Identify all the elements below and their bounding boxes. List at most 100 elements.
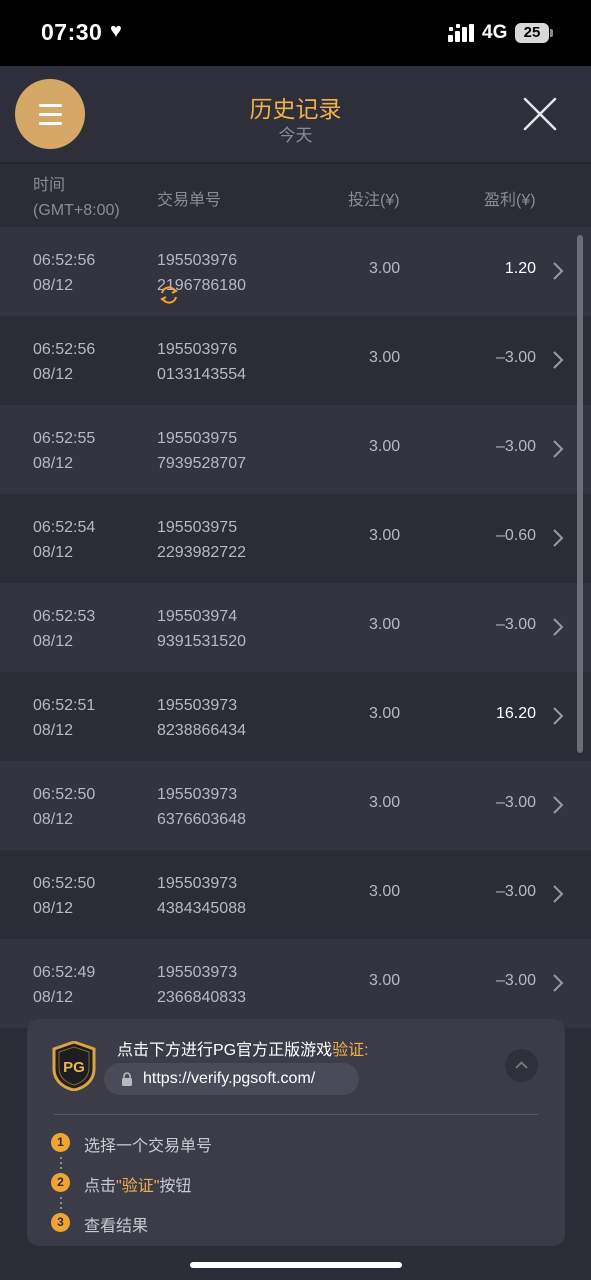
row-profit: 1.20	[504, 260, 536, 277]
row-profit: –3.00	[495, 438, 536, 455]
row-time-value: 06:52:50	[33, 786, 96, 803]
step-connector	[60, 1157, 62, 1172]
row-order-line2: 9391531520	[157, 633, 246, 650]
table-row[interactable]: 06:52:54 08/12 195503975 2293982722 3.00 –…	[0, 494, 591, 583]
row-time: 06:52:49 08/12	[33, 960, 95, 1010]
status-bar: 07:30 ♥ 4G 25	[0, 0, 591, 66]
table-row[interactable]: 06:52:53 08/12 195503974 9391531520 3.00 –…	[0, 583, 591, 672]
row-bet: 3.00	[369, 260, 401, 277]
row-order-line1: 195503973	[157, 964, 238, 981]
row-date-value: 08/12	[33, 544, 74, 561]
chevron-right-icon	[553, 351, 564, 369]
row-bet: 3.00	[369, 349, 401, 366]
row-time: 06:52:50 08/12	[33, 782, 95, 832]
row-order: 195503975 2293982722	[157, 515, 246, 565]
chevron-right-icon	[553, 440, 564, 458]
page-subtitle: 今天	[278, 126, 313, 145]
network-type: 4G	[482, 22, 508, 43]
verify-prompt: 点击下方进行PG官方正版游戏验证:	[117, 1036, 369, 1060]
row-order-line2: 2293982722	[157, 544, 246, 561]
chevron-up-icon	[515, 1061, 528, 1069]
row-bet: 3.00	[369, 438, 401, 455]
refresh-icon	[160, 286, 178, 304]
screen: 07:30 ♥ 4G 25 历史记录 今天 时间 (GMT+8:00) 交易单号…	[0, 0, 591, 1280]
verify-prompt-text: 点击下方进行PG官方正版游戏	[117, 1042, 333, 1059]
header-bar: 历史记录 今天	[0, 66, 591, 164]
battery-tip	[550, 29, 553, 37]
row-profit: –3.00	[495, 616, 536, 633]
table-row[interactable]: 06:52:50 08/12 195503973 4384345088 3.00 –…	[0, 850, 591, 939]
row-order-line1: 195503973	[157, 697, 238, 714]
row-order-line1: 195503975	[157, 430, 238, 447]
column-bet: 投注(¥)	[348, 192, 400, 209]
row-time: 06:52:54 08/12	[33, 515, 95, 565]
heart-icon: ♥	[110, 20, 122, 42]
row-order-line1: 195503974	[157, 608, 238, 625]
row-date-value: 08/12	[33, 989, 74, 1006]
step-label: 选择一个交易单号	[84, 1132, 212, 1156]
row-order-line2: 6376603648	[157, 811, 246, 828]
row-time-value: 06:52:50	[33, 875, 96, 892]
row-profit: –3.00	[495, 883, 536, 900]
table-row[interactable]: 06:52:51 08/12 195503973 8238866434 3.00 1…	[0, 672, 591, 761]
row-date-value: 08/12	[33, 811, 74, 828]
collapse-button[interactable]	[505, 1049, 538, 1082]
row-bet: 3.00	[369, 883, 401, 900]
pg-logo-text: PG	[63, 1059, 85, 1076]
row-order-line2: 4384345088	[157, 900, 246, 917]
row-time: 06:52:53 08/12	[33, 604, 95, 654]
column-profit: 盈利(¥)	[484, 192, 536, 209]
row-profit: 16.20	[495, 705, 536, 722]
table-row[interactable]: 06:52:55 08/12 195503975 7939528707 3.00 –…	[0, 405, 591, 494]
table-row[interactable]: 06:52:50 08/12 195503973 6376603648 3.00 –…	[0, 761, 591, 850]
step-label: 查看结果	[84, 1212, 148, 1236]
row-time-value: 06:52:56	[33, 341, 96, 358]
verify-url-link[interactable]: https://verify.pgsoft.com/	[104, 1063, 359, 1095]
chevron-right-icon	[553, 262, 564, 280]
step-text-highlight: "验证"	[116, 1178, 160, 1195]
table-row[interactable]: 06:52:49 08/12 195503973 2366840833 3.00 –…	[0, 939, 591, 1028]
status-time: 07:30	[41, 19, 103, 45]
column-time-label: 时间	[33, 177, 66, 194]
verify-prompt-highlight: 验证	[332, 1042, 365, 1059]
row-time-value: 06:52:54	[33, 519, 96, 536]
row-time-value: 06:52:53	[33, 608, 96, 625]
panel-divider	[54, 1114, 538, 1115]
row-order-line1: 195503975	[157, 519, 238, 536]
verify-prompt-colon: :	[364, 1042, 369, 1059]
step-text: 选择一个交易单号	[84, 1138, 213, 1155]
chevron-right-icon	[553, 529, 564, 547]
row-time-value: 06:52:51	[33, 697, 96, 714]
row-order-line1: 195503976	[157, 341, 238, 358]
step-connector	[60, 1197, 62, 1212]
row-bet: 3.00	[369, 616, 401, 633]
row-order-line2: 2366840833	[157, 989, 246, 1006]
row-profit: –3.00	[495, 972, 536, 989]
row-profit: –0.60	[495, 527, 536, 544]
row-date-value: 08/12	[33, 900, 74, 917]
row-order: 195503974 9391531520	[157, 604, 246, 654]
row-time: 06:52:55 08/12	[33, 426, 95, 476]
row-bet: 3.00	[369, 972, 401, 989]
column-order: 交易单号	[157, 192, 222, 209]
step-text: 查看结果	[84, 1218, 149, 1235]
step-text-suffix: 按钮	[159, 1178, 192, 1195]
row-order-line2: 7939528707	[157, 455, 246, 472]
close-icon[interactable]	[520, 94, 560, 134]
row-date-value: 08/12	[33, 722, 74, 739]
row-order-line1: 195503973	[157, 875, 238, 892]
verify-panel: PG 点击下方进行PG官方正版游戏验证: https://verify.pgso…	[27, 1019, 565, 1246]
row-order: 195503973 8238866434	[157, 693, 246, 743]
step-label: 点击"验证"按钮	[84, 1172, 191, 1196]
scrollbar[interactable]	[577, 235, 583, 753]
verify-url-text: https://verify.pgsoft.com/	[143, 1070, 316, 1087]
step-number: 2	[51, 1173, 70, 1192]
chevron-right-icon	[553, 885, 564, 903]
transaction-list: 06:52:56 08/12 195503976 2196786180 3.00 1…	[0, 227, 591, 1028]
row-time-value: 06:52:49	[33, 964, 96, 981]
step-number: 1	[51, 1133, 70, 1152]
home-indicator[interactable]	[190, 1262, 402, 1268]
table-row[interactable]: 06:52:56 08/12 195503976 2196786180 3.00 1…	[0, 227, 591, 316]
step-text: 点击	[84, 1178, 117, 1195]
table-row[interactable]: 06:52:56 08/12 195503976 0133143554 3.00 –…	[0, 316, 591, 405]
